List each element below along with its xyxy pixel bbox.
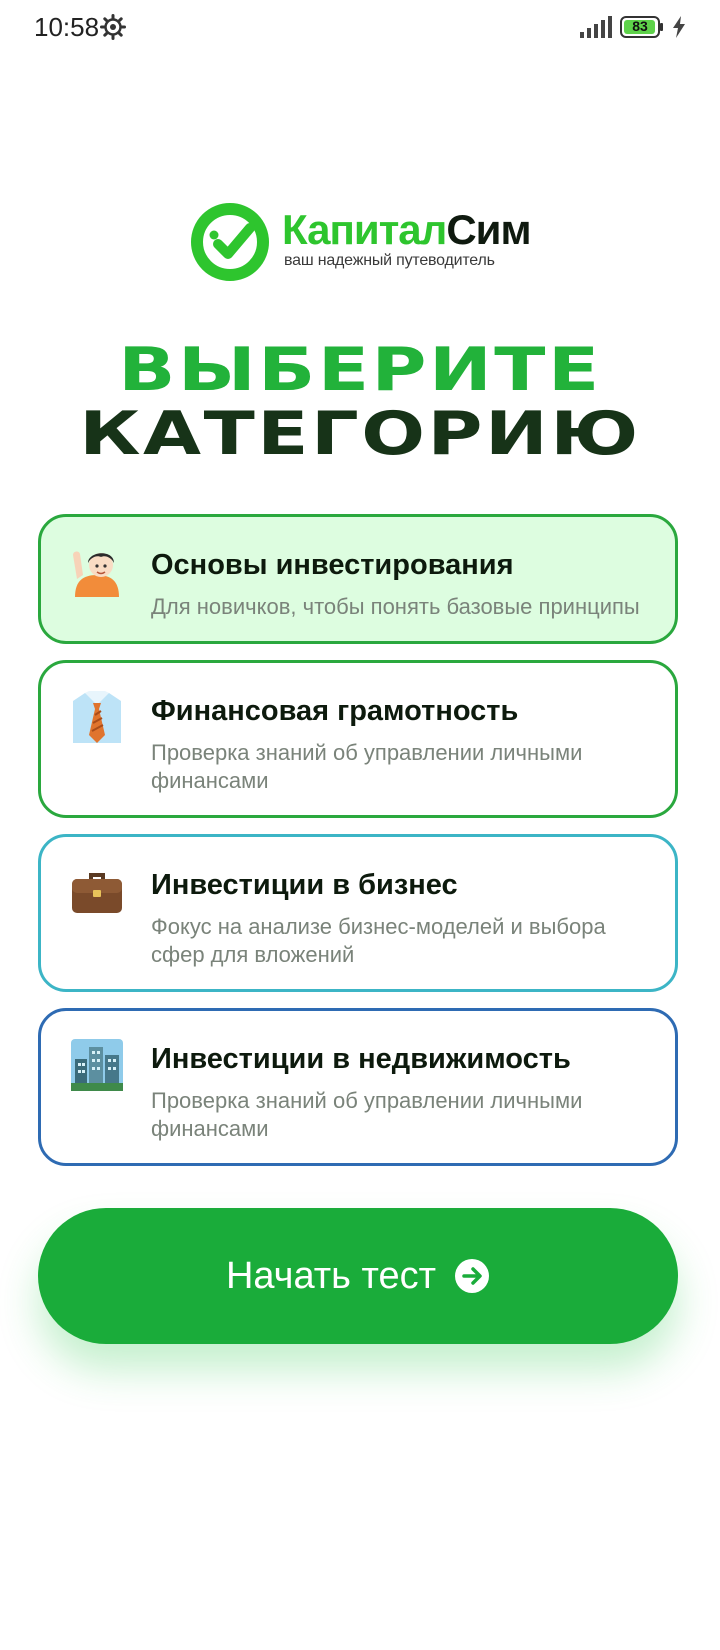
shirt-and-tie-icon <box>73 691 121 743</box>
category-description: Для новичков, чтобы понять базовые принц… <box>151 594 640 619</box>
cityscape-icon <box>71 1039 123 1091</box>
category-card-business[interactable]: Инвестиции в бизнес Фокус на анализе биз… <box>38 834 678 992</box>
page-title-line2: КАТЕГОРИЮ <box>79 399 641 469</box>
start-test-button[interactable]: Начать тест <box>38 1208 678 1344</box>
app-logo: КапиталСим ваш надежный путеводитель <box>190 202 550 286</box>
logo-name: КапиталСим <box>282 206 532 253</box>
status-bar: 10:58 83 <box>0 0 720 56</box>
category-card-financial-literacy[interactable]: Финансовая грамотность Проверка знаний о… <box>38 660 678 818</box>
arrow-right-circle-icon <box>455 1259 490 1293</box>
start-test-label: Начать тест <box>225 1254 437 1297</box>
battery-icon: 83 <box>620 16 664 38</box>
category-card-basics[interactable]: Основы инвестирования Для новичков, чтоб… <box>38 514 678 644</box>
battery-level: 83 <box>632 18 648 34</box>
person-raising-hand-icon <box>73 551 119 597</box>
signal-strength-icon <box>580 16 612 38</box>
category-title: Основы инвестирования <box>151 549 514 581</box>
category-title: Инвестиции в недвижимость <box>151 1043 571 1075</box>
category-card-real-estate[interactable]: Инвестиции в недвижимость Проверка знани… <box>38 1008 678 1166</box>
category-description: Проверка знаний об управлении личными фи… <box>151 740 583 793</box>
charging-bolt-icon <box>673 16 685 38</box>
check-circle-logo-icon <box>191 203 269 281</box>
logo-name-part1: Капитал <box>282 206 447 253</box>
settings-gear-icon <box>100 14 126 40</box>
category-description: Проверка знаний об управлении личными фи… <box>151 1088 583 1141</box>
page-title: ВЫБЕРИТЕ КАТЕГОРИЮ <box>0 338 720 466</box>
page-title-line1: ВЫБЕРИТЕ <box>118 335 602 405</box>
category-title: Финансовая грамотность <box>151 695 519 727</box>
logo-tagline: ваш надежный путеводитель <box>284 252 495 269</box>
briefcase-icon <box>72 873 122 913</box>
status-time: 10:58 <box>34 12 100 42</box>
category-title: Инвестиции в бизнес <box>151 869 458 901</box>
logo-name-part2: Сим <box>446 206 531 253</box>
category-description: Фокус на анализе бизнес-моделей и выбора… <box>151 914 606 967</box>
